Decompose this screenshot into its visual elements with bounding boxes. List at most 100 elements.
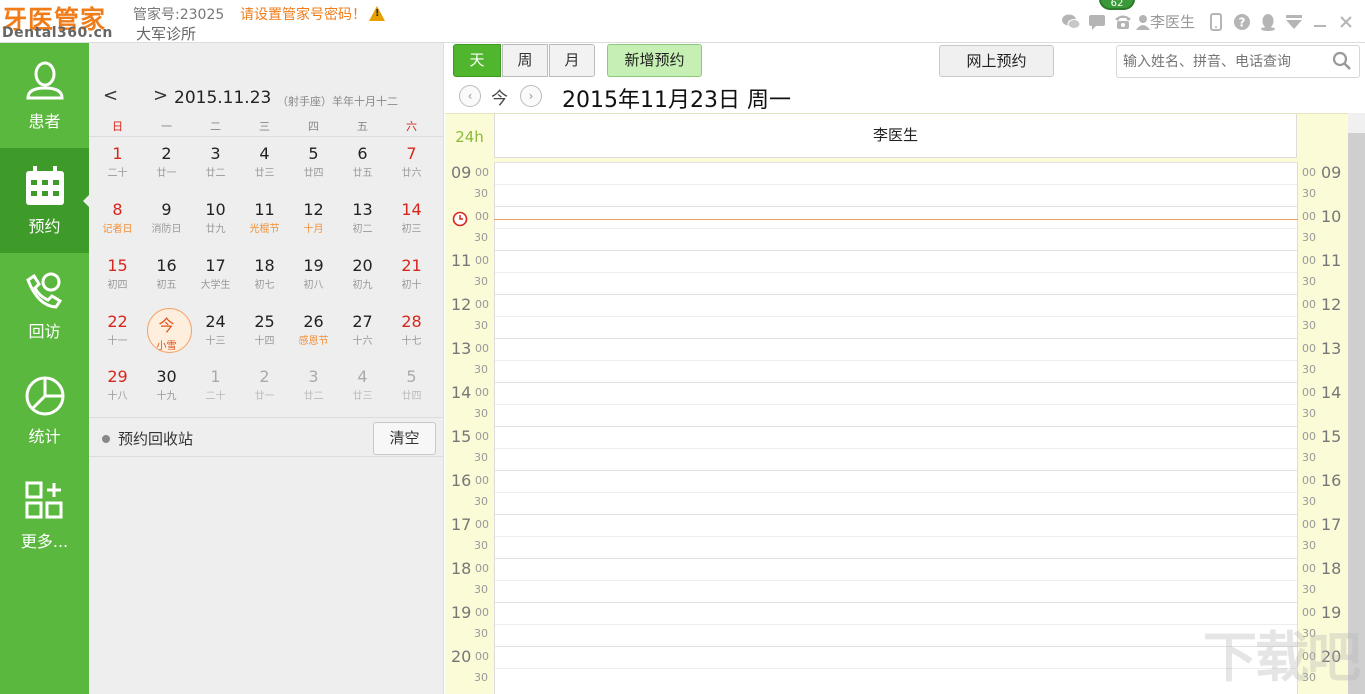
mobile-icon[interactable]	[1203, 9, 1229, 35]
prev-month-button[interactable]: <	[103, 85, 118, 106]
view-month-tab[interactable]: 月	[549, 44, 595, 77]
slot-line	[495, 272, 1297, 273]
calendar-day[interactable]: 8 记者日	[93, 194, 142, 250]
calendar-day[interactable]: 2 廿一	[142, 138, 191, 194]
calendar-day[interactable]: 3 廿二	[191, 138, 240, 194]
telephone-icon[interactable]	[1110, 9, 1136, 35]
current-date-title: 2015年11月23日 周一	[562, 88, 791, 113]
calendar-day[interactable]: 6 廿五	[338, 138, 387, 194]
minute-label-left: 00	[475, 386, 489, 399]
prev-day-button[interactable]: ‹	[459, 85, 481, 107]
minute-label-right: 00	[1302, 386, 1316, 399]
calendar-day[interactable]: 24 十三	[191, 306, 240, 362]
search-icon[interactable]	[1332, 51, 1352, 71]
minimize-icon[interactable]	[1307, 9, 1333, 35]
top-icons: 李医生 ?	[1058, 0, 1365, 43]
message-icon[interactable]	[1084, 9, 1110, 35]
nav-item-followup[interactable]: 回访	[0, 253, 89, 358]
weekday-label: 日	[112, 120, 123, 133]
today-button[interactable]: 今	[491, 84, 508, 109]
calendar-day[interactable]: 17 大学生	[191, 250, 240, 306]
hour-label-left: 19	[451, 603, 472, 622]
main-schedule: 天 周 月 新增预约 网上预约 ‹ 今 › 2015年11月23日 周一 24h…	[445, 43, 1365, 694]
pie-chart-icon	[25, 376, 64, 415]
nav-item-appointments[interactable]: 预约	[0, 148, 90, 253]
calendar-day[interactable]: 19 初八	[289, 250, 338, 306]
slot-line	[495, 492, 1297, 493]
calendar-day[interactable]: 14 初三	[387, 194, 436, 250]
calendar-day[interactable]: 28 十七	[387, 306, 436, 362]
calendar-day[interactable]: 21 初十	[387, 250, 436, 306]
nav-item-more[interactable]: 更多...	[0, 463, 89, 568]
minute-label-left: 30	[474, 363, 488, 376]
calendar-day[interactable]: 10 廿九	[191, 194, 240, 250]
calendar-day-next-month[interactable]: 1 二十	[191, 361, 240, 417]
vertical-scrollbar[interactable]	[1348, 113, 1365, 694]
all-day-label[interactable]: 24h	[445, 128, 494, 146]
clear-button[interactable]: 清空	[373, 422, 436, 455]
minute-label-right: 00	[1302, 518, 1316, 531]
minute-label-right: 00	[1302, 430, 1316, 443]
hour-label-right: 12	[1321, 295, 1342, 314]
minute-label-left: 00	[475, 210, 489, 223]
calendar-day[interactable]: 13 初二	[338, 194, 387, 250]
current-time-clock-icon	[452, 211, 468, 227]
slot-line	[495, 360, 1297, 361]
nav-item-statistics[interactable]: 统计	[0, 358, 89, 463]
hour-label-right: 11	[1321, 251, 1342, 270]
calendar-day[interactable]: 25 十四	[240, 306, 289, 362]
patient-icon	[25, 61, 64, 99]
calendar-day[interactable]: 7 廿六	[387, 138, 436, 194]
calendar-day[interactable]: 5 廿四	[289, 138, 338, 194]
dropdown-menu-icon[interactable]	[1281, 9, 1307, 35]
help-icon[interactable]: ?	[1229, 9, 1255, 35]
calendar-day[interactable]: 18 初七	[240, 250, 289, 306]
doctor-column-header[interactable]: 李医生	[494, 114, 1297, 158]
calendar-day[interactable]: 4 廿三	[240, 138, 289, 194]
calendar-day[interactable]: 15 初四	[93, 250, 142, 306]
appointment-recycle-bin[interactable]: 预约回收站 清空	[89, 417, 444, 457]
calendar-day[interactable]: 30 十九	[142, 361, 191, 417]
new-appointment-button[interactable]: 新增预约	[607, 44, 702, 77]
hour-label-left: 16	[451, 471, 472, 490]
close-icon[interactable]	[1333, 9, 1359, 35]
online-booking-button[interactable]: 网上预约	[939, 45, 1054, 77]
calendar-day[interactable]: 1 二十	[93, 138, 142, 194]
hour-label-right: 15	[1321, 427, 1342, 446]
calendar-day[interactable]: 20 初九	[338, 250, 387, 306]
slot-line	[495, 514, 1297, 515]
search-input[interactable]	[1116, 45, 1360, 78]
next-month-button[interactable]: >	[153, 85, 168, 106]
slot-line	[495, 316, 1297, 317]
calendar-day[interactable]: 26 感恩节	[289, 306, 338, 362]
calendar-day-next-month[interactable]: 4 廿三	[338, 361, 387, 417]
qq-icon[interactable]	[1255, 9, 1281, 35]
weekday-header: 日 一 二 三 四 五 六	[89, 115, 444, 137]
slot-line	[495, 558, 1297, 559]
calendar-day[interactable]: 11 光棍节	[240, 194, 289, 250]
next-day-button[interactable]: ›	[520, 85, 542, 107]
calendar-day-today[interactable]: 今小雪	[142, 306, 192, 362]
hour-label-right: 10	[1321, 207, 1342, 226]
calendar-day-next-month[interactable]: 3 廿二	[289, 361, 338, 417]
calendar-day-next-month[interactable]: 5 廿四	[387, 361, 436, 417]
password-warning-link[interactable]: 请设置管家号密码！	[240, 4, 385, 24]
calendar-day[interactable]: 12 十月	[289, 194, 338, 250]
nav-item-patients[interactable]: 患者	[0, 43, 89, 148]
slot-line	[495, 404, 1297, 405]
slot-line	[495, 602, 1297, 603]
calendar-day[interactable]: 27 十六	[338, 306, 387, 362]
calendar-day[interactable]: 9 消防日	[142, 194, 191, 250]
view-day-tab[interactable]: 天	[453, 44, 501, 77]
view-week-tab[interactable]: 周	[502, 44, 548, 77]
current-user[interactable]: 李医生	[1135, 11, 1195, 32]
calendar-day[interactable]: 29 十八	[93, 361, 142, 417]
calendar-day[interactable]: 16 初五	[142, 250, 191, 306]
appointment-slots[interactable]	[494, 162, 1298, 694]
top-bar: 牙医管家 Dental360.cn 管家号:23025 请设置管家号密码！ 大军…	[0, 0, 1365, 43]
calendar-day[interactable]: 22 十一	[93, 306, 142, 362]
wechat-icon[interactable]	[1058, 9, 1084, 35]
password-warning-text: 请设置管家号密码！	[240, 7, 366, 23]
calendar-day-next-month[interactable]: 2 廿一	[240, 361, 289, 417]
minute-label-right: 30	[1302, 363, 1316, 376]
